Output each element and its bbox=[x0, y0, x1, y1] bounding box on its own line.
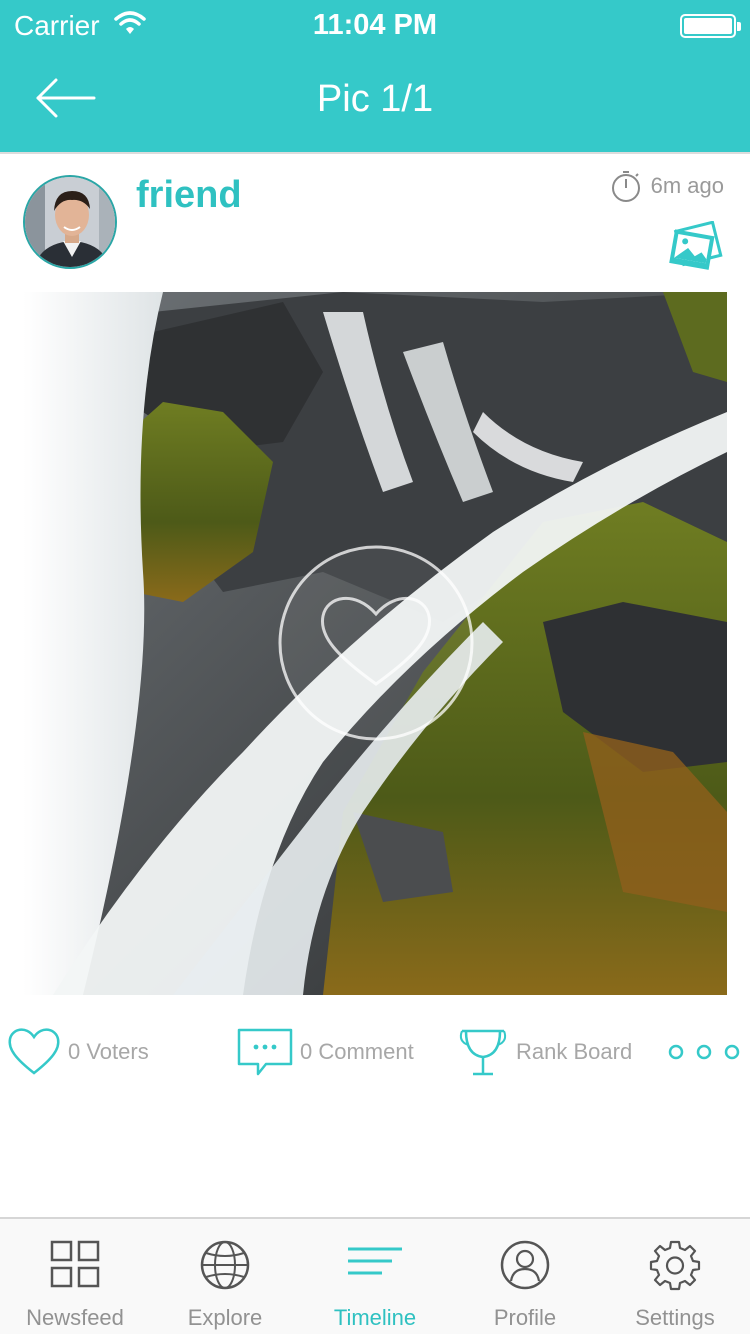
tab-explore[interactable]: Explore bbox=[150, 1219, 300, 1334]
tab-explore-label: Explore bbox=[187, 1305, 263, 1330]
rank-board-label: Rank Board bbox=[516, 1039, 633, 1064]
comment-button[interactable]: 0 Comment bbox=[236, 1022, 414, 1082]
tab-bar: Newsfeed Explore Timeline Profile Settin… bbox=[0, 1217, 750, 1334]
trophy-icon bbox=[459, 1029, 507, 1076]
status-time: 11:04 PM bbox=[312, 9, 438, 41]
stopwatch-icon bbox=[611, 171, 640, 202]
avatar[interactable] bbox=[23, 175, 117, 269]
globe-icon bbox=[200, 1240, 250, 1290]
tab-profile-label: Profile bbox=[493, 1305, 557, 1330]
heart-icon bbox=[8, 1028, 60, 1075]
profile-icon bbox=[500, 1240, 550, 1290]
post-timestamp: 6m ago bbox=[609, 171, 724, 202]
tab-settings-label: Settings bbox=[635, 1305, 715, 1330]
tab-timeline-label: Timeline bbox=[333, 1305, 417, 1330]
more-dots-icon bbox=[668, 1044, 740, 1060]
voters-button[interactable]: 0 Voters bbox=[6, 1022, 149, 1082]
grid-icon bbox=[50, 1240, 100, 1288]
tab-profile[interactable]: Profile bbox=[450, 1219, 600, 1334]
more-options-button[interactable] bbox=[668, 1022, 744, 1082]
comment-label: 0 Comment bbox=[300, 1039, 414, 1064]
heart-icon bbox=[278, 545, 474, 741]
voters-label: 0 Voters bbox=[68, 1039, 149, 1064]
navigation-bar: Carrier 11:04 PM Pic 1/1 bbox=[0, 0, 750, 152]
rank-board-button[interactable]: Rank Board bbox=[456, 1022, 632, 1082]
photo-gallery-icon[interactable] bbox=[668, 220, 724, 273]
gear-icon bbox=[649, 1240, 701, 1291]
post-actions: 0 Voters 0 Comment Rank Board bbox=[0, 1022, 750, 1082]
tab-newsfeed[interactable]: Newsfeed bbox=[0, 1219, 150, 1334]
comment-bubble-icon bbox=[237, 1028, 293, 1076]
post-photo[interactable] bbox=[23, 292, 727, 995]
post-username[interactable]: friend bbox=[136, 174, 242, 217]
header-divider bbox=[0, 152, 750, 154]
timeline-icon bbox=[348, 1247, 402, 1275]
battery-icon bbox=[680, 14, 741, 38]
status-bar: Carrier 11:04 PM bbox=[0, 0, 750, 50]
tab-newsfeed-label: Newsfeed bbox=[26, 1305, 124, 1330]
time-ago-label: 6m ago bbox=[650, 173, 724, 198]
tab-timeline[interactable]: Timeline bbox=[300, 1219, 450, 1334]
like-heart-overlay[interactable] bbox=[277, 544, 475, 742]
tab-settings[interactable]: Settings bbox=[600, 1219, 750, 1334]
page-title: Pic 1/1 bbox=[316, 78, 434, 120]
